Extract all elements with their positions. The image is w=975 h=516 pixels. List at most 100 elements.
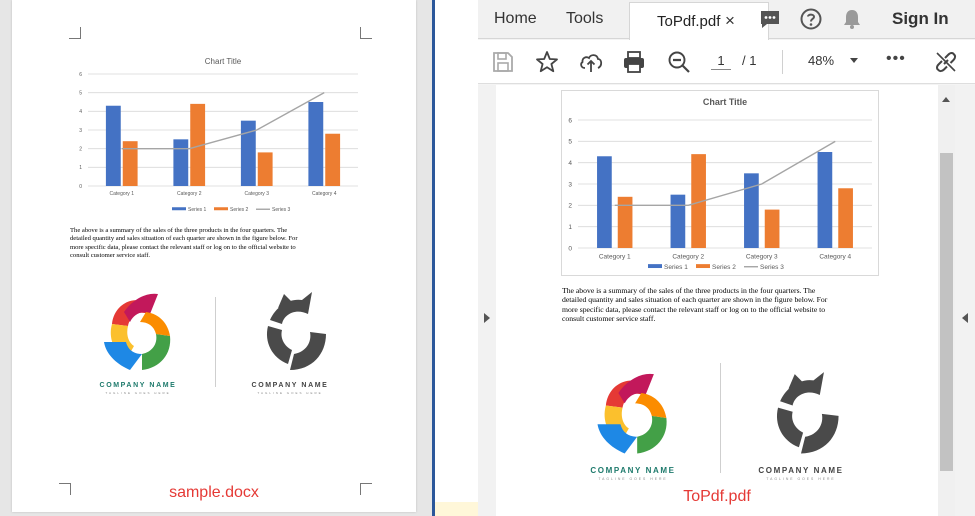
y-tick-label: 2: [79, 146, 82, 152]
mono-logo-name: COMPANY NAME: [758, 466, 844, 475]
x-tick-label: Category 3: [746, 254, 778, 261]
x-tick-label: Category 2: [177, 191, 202, 197]
bar-series-2: [617, 196, 633, 248]
word-chart: Chart Title 0 1 2 3 4 5 6 Category 1 Category 2 Ca…: [74, 46, 362, 218]
pdf-paragraph-line-2: detailed quantity and sales situation of…: [562, 295, 828, 305]
save-icon[interactable]: [490, 49, 516, 75]
right-panel-toggle[interactable]: [955, 85, 975, 516]
y-tick-label: 2: [568, 203, 572, 210]
word-caption: sample.docx: [169, 484, 259, 501]
word-paragraph-line-1: The above is a summary of the sales of t…: [70, 227, 288, 234]
crop-mark-bottom-left: [59, 483, 71, 495]
star-icon[interactable]: [534, 49, 560, 75]
link-icon[interactable]: [933, 49, 959, 75]
pdf-paragraph-line-1: The above is a summary of the sales of t…: [562, 286, 816, 295]
zoom-level-dropdown[interactable]: 48%: [808, 53, 834, 68]
legend-swatch: [214, 207, 228, 211]
bar-series-2: [325, 133, 341, 186]
pdf-paragraph: The above is a summary of the sales of t…: [562, 286, 827, 324]
word-paragraph-line-2: detailed quantity and sales situation of…: [70, 235, 298, 243]
zoom-out-icon[interactable]: [666, 49, 692, 75]
mono-logo-tagline: TAGLINE GOES HERE: [766, 477, 836, 481]
sign-in-button[interactable]: Sign In: [892, 9, 949, 29]
mono-swirl-logo-icon: [776, 372, 839, 454]
legend-label: Series 3: [760, 264, 784, 271]
x-tick-label: Category 2: [672, 254, 704, 261]
word-paragraph-line-3: more specific data, please contact the r…: [70, 243, 296, 251]
bar-series-2: [122, 141, 138, 186]
crop-mark-top-right: [360, 27, 372, 39]
expand-right-icon[interactable]: [484, 313, 490, 323]
y-tick-label: 3: [79, 128, 82, 134]
legend-label: Series 2: [230, 207, 249, 213]
word-logo-divider: [215, 297, 216, 387]
pdf-viewer-window: Home Tools ToPdf.pdf × Sign In 1 / 1 48%…: [478, 0, 975, 516]
pdf-chart: Chart Title 0 1 2 3 4 5 6 Category 1 Category 2 Ca…: [561, 90, 879, 276]
chart-title: Chart Title: [205, 57, 242, 66]
legend-label: Series 1: [664, 264, 688, 271]
upload-icon[interactable]: [578, 49, 604, 75]
scroll-up-icon[interactable]: [942, 97, 950, 102]
menu-tools[interactable]: Tools: [566, 10, 603, 28]
color-logo-tagline: TAGLINE GOES HERE: [598, 477, 668, 481]
tab-topdf[interactable]: ToPdf.pdf ×: [629, 2, 769, 40]
bar-series-1: [173, 139, 189, 186]
mono-logo-name: COMPANY NAME: [251, 382, 329, 389]
bell-icon[interactable]: [840, 7, 864, 31]
color-logo-name: COMPANY NAME: [99, 382, 177, 389]
screenshot-root: Chart Title 0 1 2 3 4 5 6 Category 1 Category 2 Ca…: [0, 0, 975, 516]
scroll-thumb[interactable]: [940, 153, 953, 471]
word-page: Chart Title 0 1 2 3 4 5 6 Category 1 Category 2 Ca…: [12, 0, 416, 512]
page-number-input[interactable]: 1: [711, 53, 731, 70]
bar-series-2: [838, 188, 853, 248]
word-color-logo: COMPANY NAME TAGLINE GOES HERE: [88, 290, 188, 395]
vertical-scrollbar[interactable]: [938, 85, 955, 516]
desktop-gap: [435, 0, 478, 516]
expand-left-icon[interactable]: [962, 313, 968, 323]
word-preview-pane: Chart Title 0 1 2 3 4 5 6 Category 1 Category 2 Ca…: [0, 0, 432, 516]
pdf-caption: ToPdf.pdf: [683, 488, 751, 505]
x-tick-label: Category 3: [245, 191, 270, 197]
mono-swirl-logo-icon: [266, 292, 326, 370]
color-swirl-logo-icon: [104, 293, 171, 370]
pdf-paragraph-line-4: consult customer service staff.: [562, 314, 656, 324]
left-panel-toggle[interactable]: [478, 85, 496, 516]
x-tick-label: Category 4: [312, 191, 337, 197]
bar-series-2: [764, 209, 780, 248]
x-tick-label: Category 1: [110, 191, 135, 197]
help-icon[interactable]: [799, 7, 823, 31]
color-swirl-logo-icon: [597, 373, 667, 454]
chevron-down-icon[interactable]: [850, 58, 858, 63]
comment-icon[interactable]: [758, 7, 782, 31]
pdf-page: Chart Title 0 1 2 3 4 5 6 Category 1 Category 2 Ca…: [496, 85, 938, 516]
legend-swatch: [648, 264, 662, 269]
bar-series-1: [670, 194, 686, 248]
legend-label: Series 1: [188, 207, 207, 213]
pdf-paragraph-line-3: more specific data, please contact the r…: [562, 304, 826, 314]
y-tick-label: 3: [568, 181, 572, 188]
tab-close-button[interactable]: ×: [725, 11, 735, 31]
print-icon[interactable]: [621, 49, 647, 75]
line-series-3: [614, 140, 836, 207]
more-options-button[interactable]: •••: [886, 50, 906, 68]
legend-swatch: [696, 264, 710, 269]
color-logo-tagline: TAGLINE GOES HERE: [105, 391, 171, 395]
bar-series-1: [308, 102, 324, 186]
menu-home[interactable]: Home: [494, 10, 537, 28]
y-tick-label: 0: [568, 245, 572, 252]
word-mono-logo: COMPANY NAME TAGLINE GOES HERE: [240, 290, 340, 395]
pdf-mono-logo: COMPANY NAME TAGLINE GOES HERE: [746, 370, 856, 481]
y-tick-label: 0: [79, 184, 82, 190]
pdf-logo-divider: [720, 363, 721, 473]
gap-tint: [435, 502, 478, 516]
y-tick-label: 6: [568, 117, 572, 124]
line-series-3: [121, 92, 325, 150]
word-chart-svg: Chart Title 0 1 2 3 4 5 6 Category 1 Category 2 Ca…: [79, 57, 358, 213]
bar-series-1: [744, 173, 759, 248]
document-area: Chart Title 0 1 2 3 4 5 6 Category 1 Category 2 Ca…: [478, 85, 975, 516]
bar-series-1: [105, 105, 121, 186]
chart-title: Chart Title: [703, 97, 747, 107]
pdf-chart-svg: Chart Title 0 1 2 3 4 5 6 Category 1 Category 2 Ca…: [568, 97, 872, 271]
bar-series-2: [257, 152, 273, 186]
word-paragraph: The above is a summary of the sales of t…: [70, 227, 298, 261]
